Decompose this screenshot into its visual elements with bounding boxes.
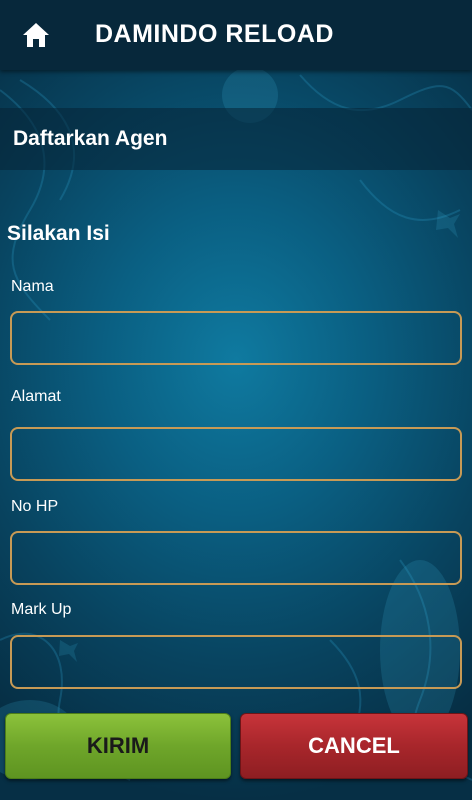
section-header: Daftarkan Agen <box>0 108 472 170</box>
alamat-label: Alamat <box>11 388 61 405</box>
cancel-button[interactable]: CANCEL <box>240 713 468 779</box>
kirim-button[interactable]: KIRIM <box>5 713 231 779</box>
app-title: DAMINDO RELOAD <box>95 20 334 48</box>
mark-up-label: Mark Up <box>11 601 72 618</box>
mark-up-field[interactable] <box>10 635 462 689</box>
section-title: Daftarkan Agen <box>13 127 168 150</box>
app-bar: DAMINDO RELOAD <box>0 0 472 70</box>
no-hp-label: No HP <box>11 498 59 515</box>
form-title: Silakan Isi <box>7 222 110 245</box>
home-icon <box>23 23 49 47</box>
alamat-field[interactable] <box>10 427 462 481</box>
no-hp-field[interactable] <box>10 531 462 585</box>
home-button[interactable] <box>18 17 54 53</box>
nama-field[interactable] <box>10 311 462 365</box>
nama-label: Nama <box>11 278 54 295</box>
